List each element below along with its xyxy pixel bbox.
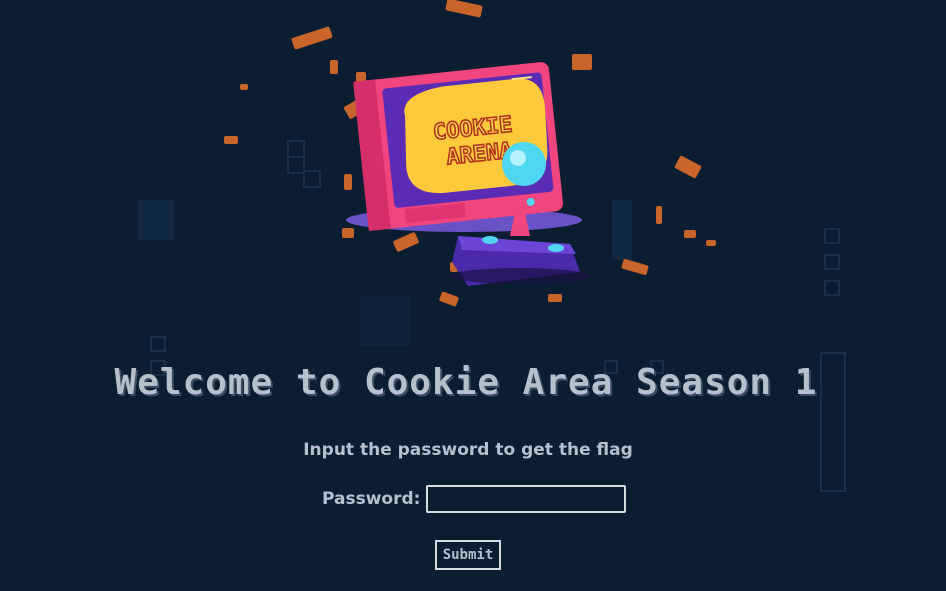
cookie-crumb bbox=[291, 26, 333, 50]
cookie-crumb bbox=[445, 0, 483, 18]
cookie-crumb bbox=[224, 136, 238, 144]
page-title: Welcome to Cookie Area Season 1 bbox=[114, 362, 818, 403]
password-label: Password: bbox=[322, 489, 421, 509]
bg-square bbox=[824, 228, 840, 244]
bg-square bbox=[824, 280, 840, 296]
submit-button[interactable]: Submit bbox=[435, 540, 501, 570]
password-form: Password: bbox=[322, 485, 627, 513]
bg-pixel-block bbox=[138, 200, 174, 240]
instruction-text: Input the password to get the flag bbox=[303, 440, 633, 460]
cookie-arena-tv-illustration: COOKIE ARENA bbox=[346, 62, 590, 286]
cookie-crumb bbox=[706, 240, 716, 246]
cookie-crumb bbox=[621, 258, 649, 276]
password-input[interactable] bbox=[426, 485, 627, 513]
bg-square bbox=[150, 336, 166, 352]
cookie-crumb bbox=[330, 60, 338, 74]
cookie-crumb bbox=[684, 230, 696, 238]
bg-square bbox=[303, 170, 321, 188]
bg-square bbox=[824, 254, 840, 270]
page: COOKIE ARENA Welcome to Cookie Area Seas… bbox=[0, 0, 946, 591]
bg-pixel-block bbox=[360, 296, 410, 346]
cookie-crumb bbox=[656, 206, 662, 224]
bg-pixel-block bbox=[612, 200, 632, 260]
cookie-crumb bbox=[674, 155, 702, 179]
cookie-crumb bbox=[240, 84, 248, 90]
